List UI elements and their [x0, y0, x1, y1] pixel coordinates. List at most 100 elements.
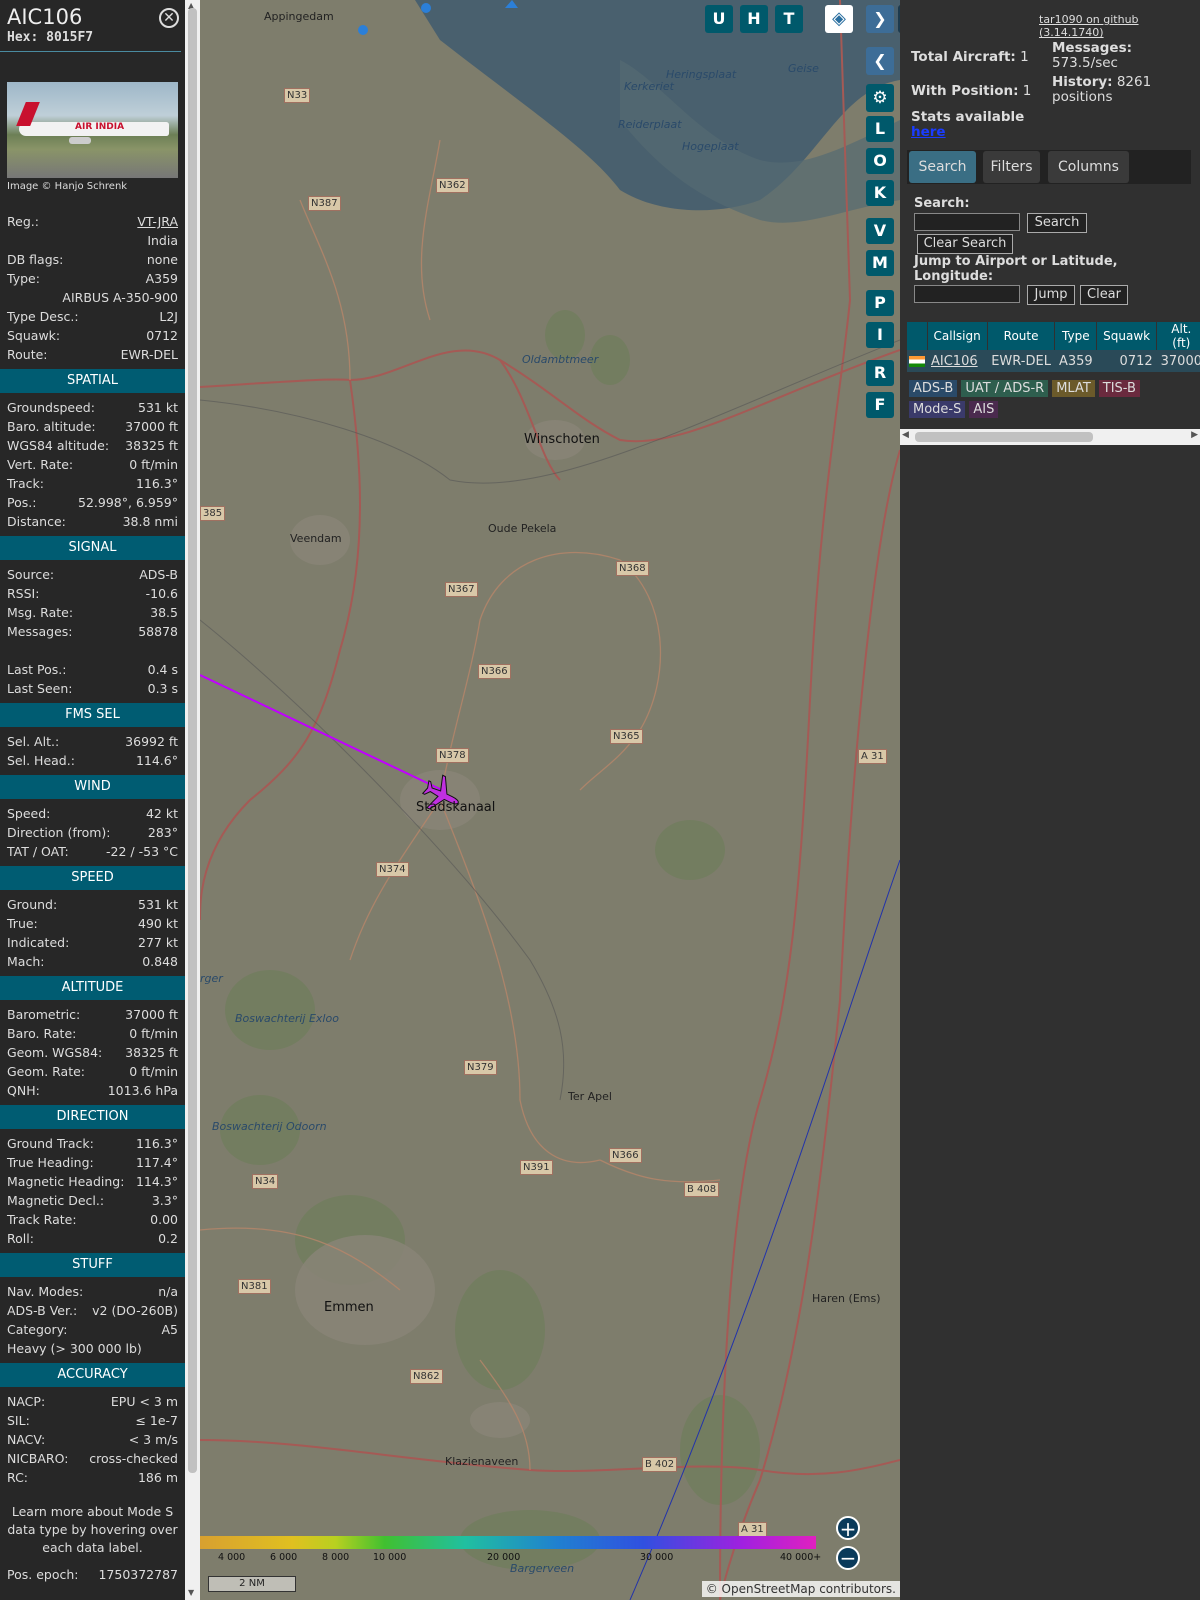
- info-row: Magnetic Heading: 114.3°: [0, 1172, 185, 1191]
- map-button-k[interactable]: K: [866, 180, 894, 206]
- map-button-u[interactable]: U: [705, 5, 733, 33]
- info-row: NICBARO: cross-checked: [0, 1449, 185, 1468]
- info-row: True: 490 kt: [0, 914, 185, 933]
- map-button-m[interactable]: M: [866, 250, 894, 276]
- clear-button[interactable]: Clear: [1080, 285, 1128, 305]
- section-header[interactable]: SPEED: [0, 866, 185, 890]
- close-icon[interactable]: ✕: [159, 8, 179, 28]
- info-row-label: Type Desc.:: [7, 309, 79, 324]
- zoom-in-button[interactable]: +: [836, 1516, 860, 1541]
- info-row: Magnetic Decl.: 3.3°: [0, 1191, 185, 1210]
- map-button-i[interactable]: I: [866, 322, 894, 348]
- info-row: India: [0, 231, 185, 250]
- info-row-value: AIRBUS A-350-900: [62, 290, 178, 305]
- place-label: Stadskanaal: [416, 800, 496, 815]
- total-aircraft: Total Aircraft: 1: [911, 49, 1029, 65]
- position-epoch: Pos. epoch: 1750372787: [0, 1565, 185, 1584]
- map-button-r[interactable]: R: [866, 360, 894, 386]
- zoom-out-button[interactable]: −: [836, 1546, 860, 1570]
- map-button-t[interactable]: T: [775, 5, 803, 33]
- info-row-label: Mach:: [7, 954, 45, 969]
- info-row-value: A359: [145, 271, 178, 286]
- info-row: Ground: 531 kt: [0, 895, 185, 914]
- info-row-label: Direction (from):: [7, 825, 111, 840]
- info-row-value: v2 (DO-260B): [92, 1303, 178, 1318]
- aircraft-photo[interactable]: AIR INDIA: [7, 82, 178, 178]
- place-label: Boswachterij Exloo: [235, 1012, 339, 1025]
- info-row-value[interactable]: VT-JRA: [137, 212, 178, 231]
- search-button[interactable]: Search: [1027, 213, 1087, 233]
- legend-ads-b: ADS-B: [909, 380, 958, 397]
- receiver-dot: [421, 3, 431, 13]
- jump-button[interactable]: Jump: [1027, 285, 1075, 305]
- info-row-value: 116.3°: [135, 1136, 178, 1151]
- column-header[interactable]: Type: [1054, 322, 1098, 350]
- scale-tick-label: 20 000: [487, 1552, 521, 1563]
- tab-search[interactable]: Search: [909, 151, 976, 183]
- info-row-value: 277 kt: [138, 935, 178, 950]
- scroll-left-icon[interactable]: ◀: [902, 430, 909, 440]
- map-attribution[interactable]: © OpenStreetMap contributors.: [701, 1581, 900, 1597]
- place-label: Reiderplaat: [618, 118, 682, 131]
- column-header[interactable]: Squawk: [1096, 322, 1158, 350]
- map-button-f[interactable]: F: [866, 392, 894, 418]
- map-button-l[interactable]: L: [866, 116, 894, 142]
- info-row-label: SIL:: [7, 1413, 30, 1428]
- clear-search-button[interactable]: Clear Search: [917, 234, 1013, 254]
- section-header[interactable]: WIND: [0, 775, 185, 799]
- info-row-label: Sel. Head.:: [7, 753, 75, 768]
- column-header[interactable]: Route: [987, 322, 1056, 350]
- road-label: N33: [284, 88, 311, 103]
- info-scrollbar[interactable]: ▲ ▼: [185, 0, 200, 1600]
- stats-link[interactable]: here: [911, 124, 946, 140]
- section-header[interactable]: DIRECTION: [0, 1105, 185, 1129]
- info-row-label: Barometric:: [7, 1007, 81, 1022]
- jump-input[interactable]: [914, 285, 1020, 303]
- collapse-left-icon[interactable]: ❮: [866, 47, 894, 75]
- scroll-right-icon[interactable]: ▶: [1191, 430, 1198, 440]
- section-header[interactable]: ACCURACY: [0, 1363, 185, 1387]
- road-label: N391: [520, 1160, 553, 1175]
- photo-engine: [69, 137, 91, 144]
- info-row-label: Geom. Rate:: [7, 1064, 86, 1079]
- map-button-p[interactable]: P: [866, 290, 894, 316]
- section-header[interactable]: SPATIAL: [0, 369, 185, 393]
- info-row: WGS84 altitude: 38325 ft: [0, 436, 185, 455]
- info-row-label: ADS-B Ver.:: [7, 1303, 78, 1318]
- settings-gear-icon[interactable]: ⚙: [866, 84, 894, 112]
- tab-filters[interactable]: Filters: [983, 151, 1040, 183]
- scroll-thumb[interactable]: [188, 8, 197, 1473]
- expand-right-icon[interactable]: ❯: [866, 5, 894, 33]
- section-header[interactable]: FMS SEL: [0, 703, 185, 727]
- info-row: Mach: 0.848: [0, 952, 185, 971]
- aircraft-track: [200, 674, 443, 791]
- info-row-value: EPU < 3 m: [110, 1394, 178, 1409]
- section-header[interactable]: STUFF: [0, 1253, 185, 1277]
- column-header[interactable]: Callsign: [927, 322, 988, 350]
- table-scroll-thumb[interactable]: [915, 432, 1093, 442]
- table-row[interactable]: AIC106 EWR-DEL A359 0712 37000: [907, 350, 1200, 372]
- layers-icon[interactable]: ◈: [825, 5, 853, 33]
- aircraft-info-panel: AIC106 Hex: 8015F7 ✕ AIR INDIA Image © H…: [0, 0, 185, 1600]
- scroll-down-icon[interactable]: ▼: [188, 1588, 194, 1597]
- info-row: Sel. Head.: 114.6°: [0, 751, 185, 770]
- info-row: Last Pos.: 0.4 s: [0, 660, 185, 679]
- callsign-cell[interactable]: AIC106: [927, 350, 988, 372]
- place-label: Ter Apel: [568, 1090, 612, 1103]
- map-view[interactable]: Appingedam Winschoten Veendam Oude Pekela St…: [200, 0, 900, 1600]
- column-header[interactable]: Alt. (ft): [1156, 322, 1200, 350]
- road-label: N366: [478, 664, 511, 679]
- section-header[interactable]: SIGNAL: [0, 536, 185, 560]
- tab-columns[interactable]: Columns: [1048, 151, 1129, 183]
- map-button-h[interactable]: H: [740, 5, 768, 33]
- section-header[interactable]: ALTITUDE: [0, 976, 185, 1000]
- map-button-v[interactable]: V: [866, 218, 894, 244]
- info-row-label: Geom. WGS84:: [7, 1045, 103, 1060]
- place-label: Hogeplaat: [682, 140, 739, 153]
- map-button-o[interactable]: O: [866, 148, 894, 174]
- search-input[interactable]: [914, 213, 1020, 231]
- stats-available: Stats available: [911, 109, 1025, 125]
- legend-ais: AIS: [969, 401, 999, 418]
- github-link[interactable]: tar1090 on github (3.14.1740): [1039, 13, 1200, 39]
- table-scrollbar[interactable]: ◀ ▶: [900, 429, 1200, 445]
